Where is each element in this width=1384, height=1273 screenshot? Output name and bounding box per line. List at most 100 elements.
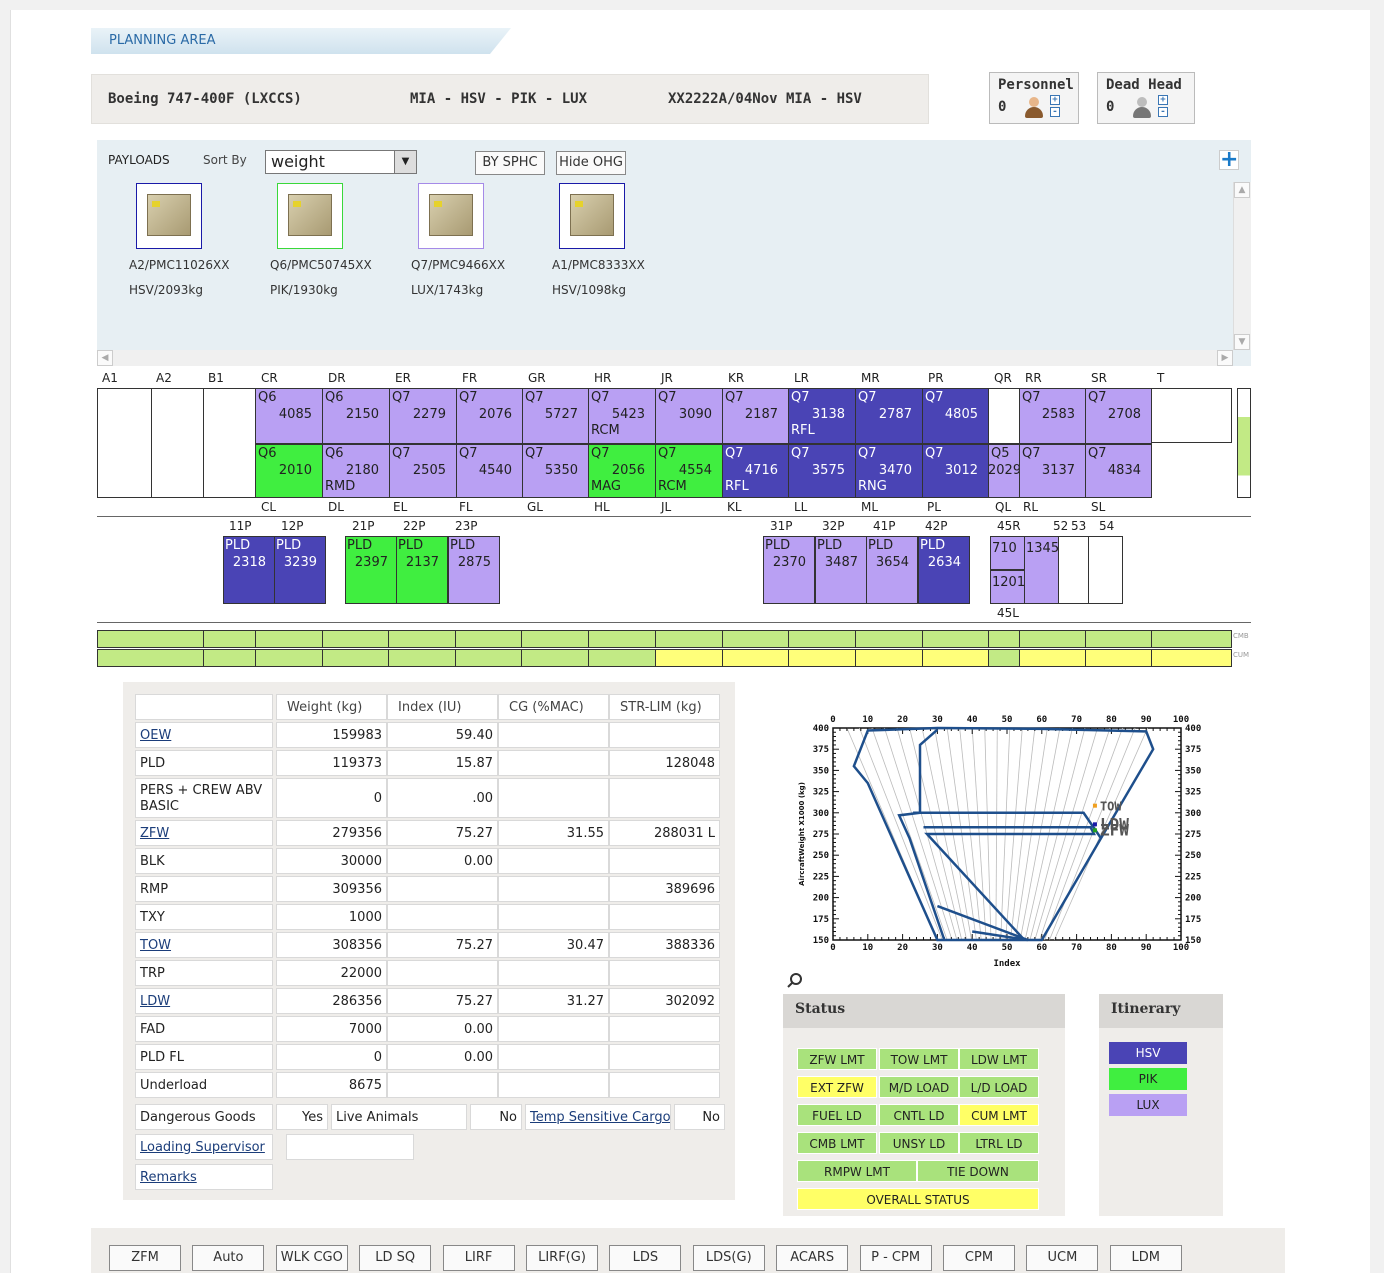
payload-thumbnail[interactable] bbox=[277, 183, 343, 249]
status-l-d-load[interactable]: L/D LOAD bbox=[959, 1076, 1039, 1098]
temp-sensitive-value[interactable]: No bbox=[674, 1104, 725, 1130]
decrease-personnel-icon[interactable]: - bbox=[1050, 107, 1060, 117]
main-deck-position[interactable]: Q7 2583 bbox=[1019, 388, 1086, 444]
itinerary-lux[interactable]: LUX bbox=[1109, 1094, 1187, 1116]
toolbar-button-cpm[interactable]: CPM bbox=[943, 1245, 1015, 1271]
main-deck-position[interactable]: Q7 2505 bbox=[389, 444, 457, 498]
scroll-up-icon[interactable]: ▲ bbox=[1234, 182, 1250, 198]
main-deck-position[interactable]: Q5 2029 bbox=[988, 444, 1021, 498]
main-deck-position[interactable] bbox=[97, 388, 152, 498]
status-ext-zfw[interactable]: EXT ZFW bbox=[797, 1076, 877, 1098]
status-fuel-ld[interactable]: FUEL LD bbox=[797, 1104, 877, 1126]
main-deck-position[interactable]: Q7 3138 RFL bbox=[788, 388, 856, 444]
payload-thumbnail[interactable] bbox=[418, 183, 484, 249]
status-rmpw-lmt[interactable]: RMPW LMT bbox=[797, 1160, 917, 1182]
main-deck-position[interactable]: Q7 3575 bbox=[788, 444, 856, 498]
lower-deck-position[interactable]: PLD 2370 bbox=[763, 536, 815, 604]
toolbar-button-lds-g-[interactable]: LDS(G) bbox=[692, 1245, 765, 1271]
toolbar-button-ld-sq[interactable]: LD SQ bbox=[359, 1245, 432, 1271]
increase-personnel-icon[interactable]: + bbox=[1050, 95, 1060, 105]
sort-select[interactable]: weight ▼ bbox=[265, 150, 417, 174]
add-payload-icon[interactable]: + bbox=[1219, 149, 1239, 171]
payload-thumbnail[interactable] bbox=[559, 183, 625, 249]
by-sphc-button[interactable]: BY SPHC bbox=[475, 151, 545, 175]
main-deck-position[interactable] bbox=[1151, 388, 1232, 443]
main-deck-position[interactable]: Q7 3012 bbox=[922, 444, 989, 498]
bulk-position[interactable]: 710 bbox=[990, 536, 1025, 570]
main-deck-position[interactable]: Q6 4085 bbox=[255, 388, 323, 444]
live-animals-value[interactable]: No bbox=[470, 1104, 522, 1130]
main-deck-position[interactable]: Q6 2150 bbox=[322, 388, 390, 444]
status-ldw-lmt[interactable]: LDW LMT bbox=[959, 1048, 1039, 1070]
main-deck-position[interactable]: Q7 2787 bbox=[855, 388, 923, 444]
scroll-right-icon[interactable]: ▶ bbox=[1217, 350, 1233, 366]
lower-deck-position[interactable]: PLD 3239 bbox=[274, 536, 326, 604]
main-deck-position[interactable]: Q7 3090 bbox=[655, 388, 723, 444]
scroll-left-icon[interactable]: ◀ bbox=[97, 350, 113, 366]
main-deck-position[interactable]: Q7 4716 RFL bbox=[722, 444, 789, 498]
toolbar-button-p-cpm[interactable]: P - CPM bbox=[859, 1245, 932, 1271]
toolbar-button-ldm[interactable]: LDM bbox=[1109, 1245, 1182, 1271]
weights-link-tow[interactable]: TOW bbox=[140, 938, 171, 953]
status-cmb-lmt[interactable]: CMB LMT bbox=[797, 1132, 877, 1154]
payload-horizontal-scrollbar[interactable]: ◀ ▶ bbox=[97, 350, 1233, 366]
status-tie-down[interactable]: TIE DOWN bbox=[917, 1160, 1039, 1182]
main-deck-position[interactable]: Q7 4540 bbox=[456, 444, 523, 498]
main-deck-position[interactable] bbox=[151, 388, 204, 498]
itinerary-hsv[interactable]: HSV bbox=[1109, 1042, 1187, 1064]
scroll-down-icon[interactable]: ▼ bbox=[1234, 334, 1250, 350]
remarks-link[interactable]: Remarks bbox=[140, 1170, 197, 1185]
chevron-down-icon[interactable]: ▼ bbox=[394, 151, 416, 173]
toolbar-button-auto[interactable]: Auto bbox=[192, 1245, 265, 1271]
toolbar-button-zfm[interactable]: ZFM bbox=[109, 1245, 181, 1271]
status-cntl-ld[interactable]: CNTL LD bbox=[879, 1104, 959, 1126]
weights-link-zfw[interactable]: ZFW bbox=[140, 826, 169, 841]
main-deck-position[interactable]: Q7 5423 RCM bbox=[588, 388, 656, 444]
toolbar-button-lds[interactable]: LDS bbox=[609, 1245, 682, 1271]
main-deck-position[interactable] bbox=[203, 388, 256, 498]
increase-deadhead-icon[interactable]: + bbox=[1158, 95, 1168, 105]
main-deck-position[interactable]: Q7 4554 RCM bbox=[655, 444, 723, 498]
lower-deck-position[interactable]: PLD 2137 bbox=[396, 536, 448, 604]
loading-supervisor-input[interactable] bbox=[286, 1134, 414, 1160]
hide-ohg-button[interactable]: Hide OHG bbox=[556, 151, 626, 175]
main-deck-position[interactable]: Q7 3137 bbox=[1019, 444, 1086, 498]
toolbar-button-wlk-cgo[interactable]: WLK CGO bbox=[275, 1245, 348, 1271]
lower-deck-position[interactable]: PLD 3487 bbox=[815, 536, 867, 604]
toolbar-button-lirf-g-[interactable]: LIRF(G) bbox=[526, 1245, 598, 1271]
main-deck-position[interactable]: Q7 5727 bbox=[522, 388, 589, 444]
status-zfw-lmt[interactable]: ZFW LMT bbox=[797, 1048, 877, 1070]
payload-vertical-scrollbar[interactable]: ▲ ▼ bbox=[1233, 182, 1251, 350]
status-cum-lmt[interactable]: CUM LMT bbox=[959, 1104, 1039, 1126]
bulk-position[interactable]: 1345 bbox=[1024, 536, 1059, 604]
status-tow-lmt[interactable]: TOW LMT bbox=[879, 1048, 959, 1070]
status-unsy-ld[interactable]: UNSY LD bbox=[879, 1132, 959, 1154]
status-m-d-load[interactable]: M/D LOAD bbox=[879, 1076, 959, 1098]
main-deck-position[interactable]: Q7 2279 bbox=[389, 388, 457, 444]
dangerous-goods-value[interactable]: Yes bbox=[276, 1104, 328, 1130]
zoom-icon[interactable] bbox=[787, 972, 803, 988]
weights-link-oew[interactable]: OEW bbox=[140, 728, 171, 743]
bulk-position[interactable] bbox=[1058, 536, 1089, 604]
decrease-deadhead-icon[interactable]: - bbox=[1158, 107, 1168, 117]
main-deck-position[interactable]: Q7 5350 bbox=[522, 444, 589, 498]
temp-sensitive-label-link[interactable]: Temp Sensitive Cargo bbox=[530, 1110, 670, 1125]
lower-deck-position[interactable]: PLD 2397 bbox=[345, 536, 397, 604]
main-deck-position[interactable]: Q7 2056 MAG bbox=[588, 444, 656, 498]
toolbar-button-ucm[interactable]: UCM bbox=[1026, 1245, 1099, 1271]
weights-link-ldw[interactable]: LDW bbox=[140, 994, 170, 1009]
main-deck-position[interactable]: Q6 2010 bbox=[255, 444, 323, 498]
status-overall-status[interactable]: OVERALL STATUS bbox=[797, 1188, 1039, 1210]
main-deck-position[interactable] bbox=[988, 388, 1020, 444]
loading-supervisor-link[interactable]: Loading Supervisor bbox=[140, 1140, 265, 1155]
payload-thumbnail[interactable] bbox=[136, 183, 202, 249]
main-deck-position[interactable]: Q7 3470 RNG bbox=[855, 444, 923, 498]
main-deck-position[interactable]: Q7 2076 bbox=[456, 388, 523, 444]
toolbar-button-lirf[interactable]: LIRF bbox=[442, 1245, 515, 1271]
toolbar-button-acars[interactable]: ACARS bbox=[776, 1245, 849, 1271]
main-deck-position[interactable]: Q7 4805 bbox=[922, 388, 989, 444]
lower-deck-position[interactable]: PLD 2875 bbox=[448, 536, 500, 604]
lower-deck-position[interactable]: PLD 3654 bbox=[866, 536, 918, 604]
status-ltrl-ld[interactable]: LTRL LD bbox=[959, 1132, 1039, 1154]
main-deck-position[interactable]: Q7 2708 bbox=[1085, 388, 1152, 444]
